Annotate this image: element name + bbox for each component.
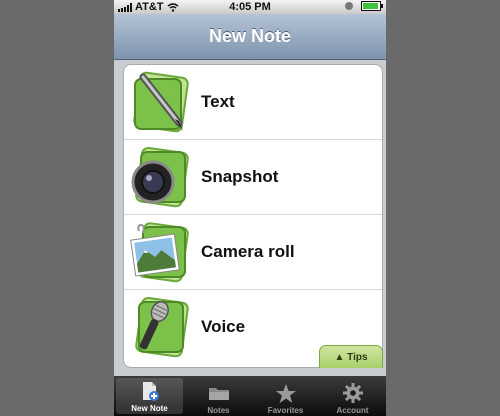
camera-icon [131, 146, 189, 208]
list-item-snapshot[interactable]: Snapshot [124, 140, 382, 215]
pen-icon [133, 71, 189, 133]
photo-icon [130, 222, 189, 283]
tab-notes[interactable]: Notes [185, 376, 252, 416]
tab-new-note[interactable]: New Note [116, 378, 183, 414]
list-item-label: Text [201, 92, 235, 111]
tips-button[interactable]: ▲ Tips [319, 345, 383, 368]
folder-icon [207, 382, 231, 404]
battery-icon [361, 1, 383, 11]
navigation-bar: New Note [114, 14, 386, 60]
tab-bar: New Note Notes Favorites Account [114, 376, 386, 416]
tab-label: Notes [207, 406, 230, 415]
tab-label: New Note [131, 404, 168, 413]
new-note-icon [138, 380, 162, 402]
tab-label: Favorites [267, 406, 304, 415]
list-item-text[interactable]: Text [124, 65, 382, 140]
new-note-options-list: Text Snapshot Camera roll Voice [123, 64, 383, 368]
list-item-label: Camera roll [201, 242, 295, 261]
content-area: Text Snapshot Camera roll Voice ▲ Tips [114, 60, 386, 376]
star-icon [274, 382, 298, 404]
tab-favorites[interactable]: Favorites [252, 376, 319, 416]
list-item-camera-roll[interactable]: Camera roll [124, 215, 382, 290]
orientation-lock-icon [345, 2, 353, 10]
status-bar: AT&T 4:05 PM [114, 0, 386, 14]
list-item-label: Snapshot [201, 167, 279, 186]
list-item-label: Voice [201, 317, 246, 336]
gear-icon [341, 382, 365, 404]
tab-account[interactable]: Account [319, 376, 386, 416]
page-title: New Note [208, 26, 291, 46]
tab-label: Account [336, 406, 369, 415]
phone-screen: AT&T 4:05 PM New Note Text Snapshot Came… [114, 0, 386, 416]
microphone-icon [135, 296, 189, 358]
